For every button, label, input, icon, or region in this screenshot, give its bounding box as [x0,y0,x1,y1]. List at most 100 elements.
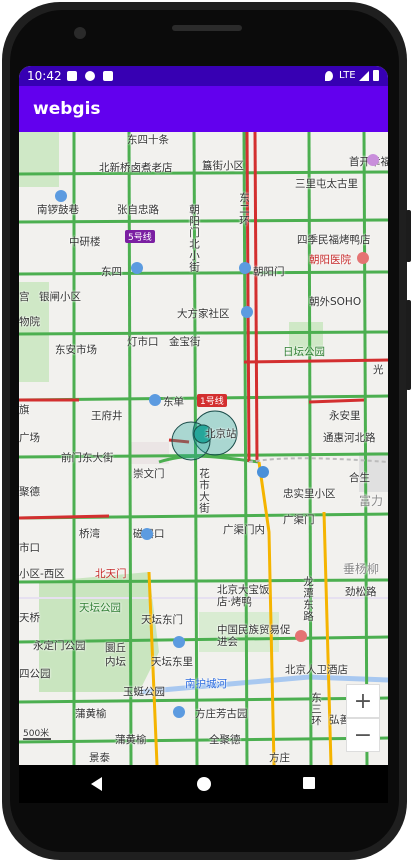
map-label: 北京大宝饭店·烤鸭 [217,584,270,608]
map-label: 灯市口 [127,336,159,348]
earpiece-speaker [172,25,242,31]
signal-icon [359,71,369,81]
map-label: 方庄芳古园 [195,708,248,720]
map-label: 簋街小区 [202,160,244,172]
metro-station-icon[interactable] [149,394,161,406]
map-label: 金宝街 [169,336,201,348]
metro-station-icon[interactable] [141,528,153,540]
map-label: 三里屯太古里 [295,178,358,190]
map-label: 忠实里小区 [283,488,336,500]
battery-icon [373,70,379,81]
parking-icon[interactable] [257,466,269,478]
map-label: 东二环 [238,192,250,227]
map-view[interactable]: 东四十条 北新桥卤煮老店 簋街小区 首开幸福 三里屯太古里 南锣鼓巷 张自忠路 … [19,132,388,765]
hospital-icon[interactable] [357,252,369,264]
map-label: 银闸小区 [39,291,81,303]
app-bar: webgis [19,86,388,132]
map-label: 四季民福烤鸭店 [297,234,371,246]
metro-station-icon[interactable] [239,262,251,274]
home-icon[interactable] [197,777,211,791]
map-label: 旗 [19,404,30,416]
map-label: 朝阳门北小街 [188,204,200,273]
zoom-in-button[interactable]: + [346,684,380,718]
map-label: 广渠门 [283,514,315,526]
map-label: 朝外SOHO [309,296,362,308]
recent-apps-icon[interactable] [303,777,315,789]
map-label: 永安里 [329,410,361,422]
map-label: 前门东大街 [61,452,114,464]
map-label: 东安市场 [55,344,97,356]
map-label: 全聚德 [209,734,241,746]
map-label: 合生 [349,472,370,484]
map-label: 桥湾 [79,528,100,540]
map-label: 永定门公园 [33,640,86,652]
volume-button [406,210,411,262]
map-label: 方庄 [269,752,290,764]
map-label: 天坛东里 [151,656,193,668]
map-label: 东单 [163,396,184,408]
map-label: 中国民族贸易促进会 [217,624,291,648]
network-type: LTE [339,70,356,81]
map-label: 崇文门 [133,468,165,480]
map-label: 东四十条 [127,134,169,146]
map-label: 市口 [19,542,40,554]
shopping-icon[interactable] [367,154,379,166]
map-label: 蒲黄榆 [75,708,107,720]
map-label: 北京人卫酒店 [285,664,348,676]
poi-marker-icon[interactable] [295,630,307,642]
metro-station-icon[interactable] [55,190,67,202]
map-label: 景泰 [89,752,110,764]
back-icon[interactable] [91,777,102,791]
app-title: webgis [33,99,101,119]
temple-of-heaven-park [39,572,159,692]
front-camera [74,27,86,39]
metro-station-icon[interactable] [131,262,143,274]
app-notification-icon [85,71,95,81]
map-label: 北京站 [205,428,237,440]
map-label: 玉蜓公园 [123,686,165,698]
map-label: 天坛公园 [79,602,121,614]
map-label: 东三环 [310,692,322,727]
map-label: 花市大街 [198,468,210,514]
scale-bar [23,738,51,740]
map-label: 宫 [19,291,30,303]
map-label: 朝阳门 [253,266,285,278]
zoom-out-button[interactable]: − [346,718,380,752]
location-icon [325,71,333,81]
metro-station-icon[interactable] [173,636,185,648]
map-label: 东四 [101,266,122,278]
map-label: 龙潭东路 [302,576,314,622]
map-label: 富力 [359,494,384,508]
metro-line-badge: 5号线 [125,230,155,243]
map-label: 天桥 [19,612,40,624]
metro-station-icon[interactable] [241,306,253,318]
map-label: 通惠河北路 [323,432,376,444]
map-label: 大方家社区 [177,308,230,320]
map-label: 蒲黄榆 [115,734,147,746]
map-label: 圜丘 [105,642,126,654]
status-bar: 10:42 LTE [19,66,388,86]
map-label: 光 [373,364,384,376]
notification-icon [67,71,77,81]
map-label: 天坛东门 [141,614,183,626]
phone-frame: 10:42 LTE webgis 东四十条 北新桥卤煮老店 簋街小区 三里屯太古… [0,0,411,864]
map-label: 张自忠路 [117,204,159,216]
map-label: 中研楼 [69,236,101,248]
map-label: 日坛公园 [283,346,325,358]
map-label: 小区-西区 [19,568,65,580]
sd-card-icon [103,71,113,81]
metro-line-badge: 1号线 [197,394,227,407]
power-button [406,300,411,390]
map-label: 王府井 [91,410,123,422]
map-label: 劲松路 [345,586,377,598]
map-label: 聚德 [19,486,40,498]
status-time: 10:42 [27,69,62,83]
map-label: 广渠门内 [223,524,265,536]
map-label: 南锣鼓巷 [37,204,79,216]
map-label: 北天门 [95,568,127,580]
map-label: 四公园 [19,668,51,680]
map-label: 广场 [19,432,40,444]
metro-station-icon[interactable] [173,706,185,718]
map-label: 垂杨柳 [343,562,380,576]
navigation-bar [19,765,388,803]
